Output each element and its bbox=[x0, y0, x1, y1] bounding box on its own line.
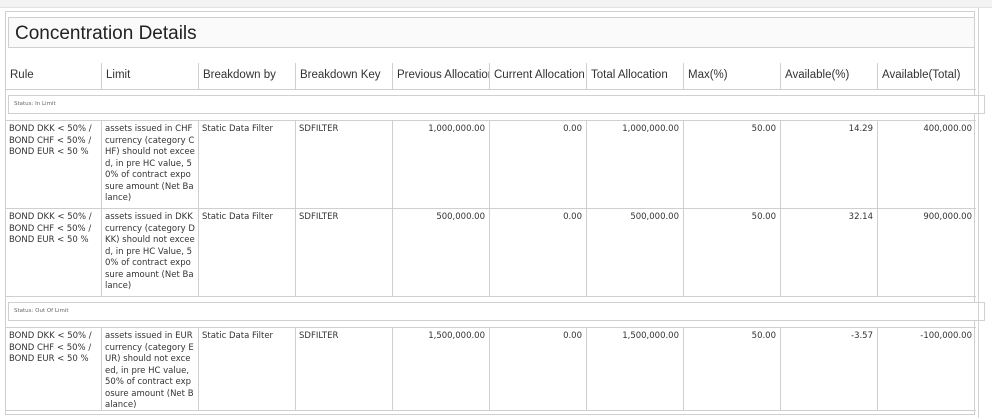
column-header-limit[interactable]: Limit bbox=[102, 63, 199, 89]
status-badge: Status: Out Of Limit bbox=[8, 302, 985, 321]
cell-available-pct: -3.57 bbox=[781, 328, 878, 410]
panel-header: Concentration Details bbox=[8, 17, 975, 48]
cell-available-pct: 14.29 bbox=[781, 121, 878, 208]
cell-max-pct: 50.00 bbox=[684, 121, 781, 208]
cell-limit: assets issued in CHF currency (category … bbox=[102, 121, 199, 208]
cell-total-allocation: 1,000,000.00 bbox=[587, 121, 684, 208]
concentration-table: Rule Limit Breakdown by Breakdown Key Pr… bbox=[6, 63, 985, 411]
cell-current-allocation: 0.00 bbox=[490, 209, 587, 296]
cell-available-total: -100,000.00 bbox=[920, 331, 972, 341]
cell-max-pct: 50.00 bbox=[684, 328, 781, 410]
table-row[interactable]: BOND DKK < 50% / BOND CHF < 50% / BOND E… bbox=[6, 121, 976, 209]
column-header-max-pct[interactable]: Max(%) bbox=[684, 63, 781, 89]
table-row[interactable]: BOND DKK < 50% / BOND CHF < 50% / BOND E… bbox=[6, 328, 976, 411]
cell-previous-allocation: 500,000.00 bbox=[393, 209, 490, 296]
cell-available-total: 900,000.00 bbox=[923, 212, 972, 222]
cell-breakdown-by: Static Data Filter bbox=[199, 209, 296, 296]
column-header-rule[interactable]: Rule bbox=[6, 63, 102, 89]
column-header-available-pct[interactable]: Available(%) bbox=[781, 63, 878, 89]
column-header-previous-allocation[interactable]: Previous Allocation bbox=[393, 63, 490, 89]
cell-max-pct: 50.00 bbox=[684, 209, 781, 296]
cell-breakdown-key: SDFILTER bbox=[296, 209, 393, 296]
cell-available-pct: 32.14 bbox=[781, 209, 878, 296]
status-label: Status: In Limit bbox=[14, 101, 56, 107]
status-badge: Status: In Limit bbox=[8, 95, 985, 114]
page-title: Concentration Details bbox=[15, 23, 197, 44]
column-header-current-allocation[interactable]: Current Allocation bbox=[490, 63, 587, 89]
cell-limit: assets issued in DKK currency (category … bbox=[102, 209, 199, 296]
cell-total-allocation: 1,500,000.00 bbox=[587, 328, 684, 410]
column-header-total-allocation[interactable]: Total Allocation bbox=[587, 63, 684, 89]
cell-previous-allocation: 1,500,000.00 bbox=[393, 328, 490, 410]
concentration-details-panel: Concentration Details Rule Limit Breakdo… bbox=[5, 11, 985, 415]
cell-rule: BOND DKK < 50% / BOND CHF < 50% / BOND E… bbox=[6, 209, 102, 296]
group-status-row: Status: Out Of Limit bbox=[6, 297, 985, 328]
column-header-breakdown-by[interactable]: Breakdown by bbox=[199, 63, 296, 89]
top-toolbar-strip bbox=[0, 0, 992, 8]
cell-breakdown-key: SDFILTER bbox=[296, 328, 393, 410]
cell-current-allocation: 0.00 bbox=[490, 328, 587, 410]
cell-previous-allocation: 1,000,000.00 bbox=[393, 121, 490, 208]
cell-total-allocation: 500,000.00 bbox=[587, 209, 684, 296]
column-header-available-total[interactable]: Available(Total) bbox=[878, 63, 976, 89]
cell-current-allocation: 0.00 bbox=[490, 121, 587, 208]
cell-breakdown-by: Static Data Filter bbox=[199, 328, 296, 410]
cell-rule: BOND DKK < 50% / BOND CHF < 50% / BOND E… bbox=[6, 328, 102, 410]
cell-breakdown-key: SDFILTER bbox=[296, 121, 393, 208]
status-label: Status: Out Of Limit bbox=[14, 308, 69, 314]
table-header-row: Rule Limit Breakdown by Breakdown Key Pr… bbox=[6, 63, 976, 90]
cell-breakdown-by: Static Data Filter bbox=[199, 121, 296, 208]
cell-available-total: 400,000.00 bbox=[923, 124, 972, 134]
group-status-row: Status: In Limit bbox=[6, 90, 985, 121]
cell-limit: assets issued in EUR currency (category … bbox=[102, 328, 199, 410]
vertical-scrollbar[interactable] bbox=[978, 8, 979, 418]
table-row[interactable]: BOND DKK < 50% / BOND CHF < 50% / BOND E… bbox=[6, 209, 976, 297]
column-header-breakdown-key[interactable]: Breakdown Key bbox=[296, 63, 393, 89]
cell-rule: BOND DKK < 50% / BOND CHF < 50% / BOND E… bbox=[6, 121, 102, 208]
